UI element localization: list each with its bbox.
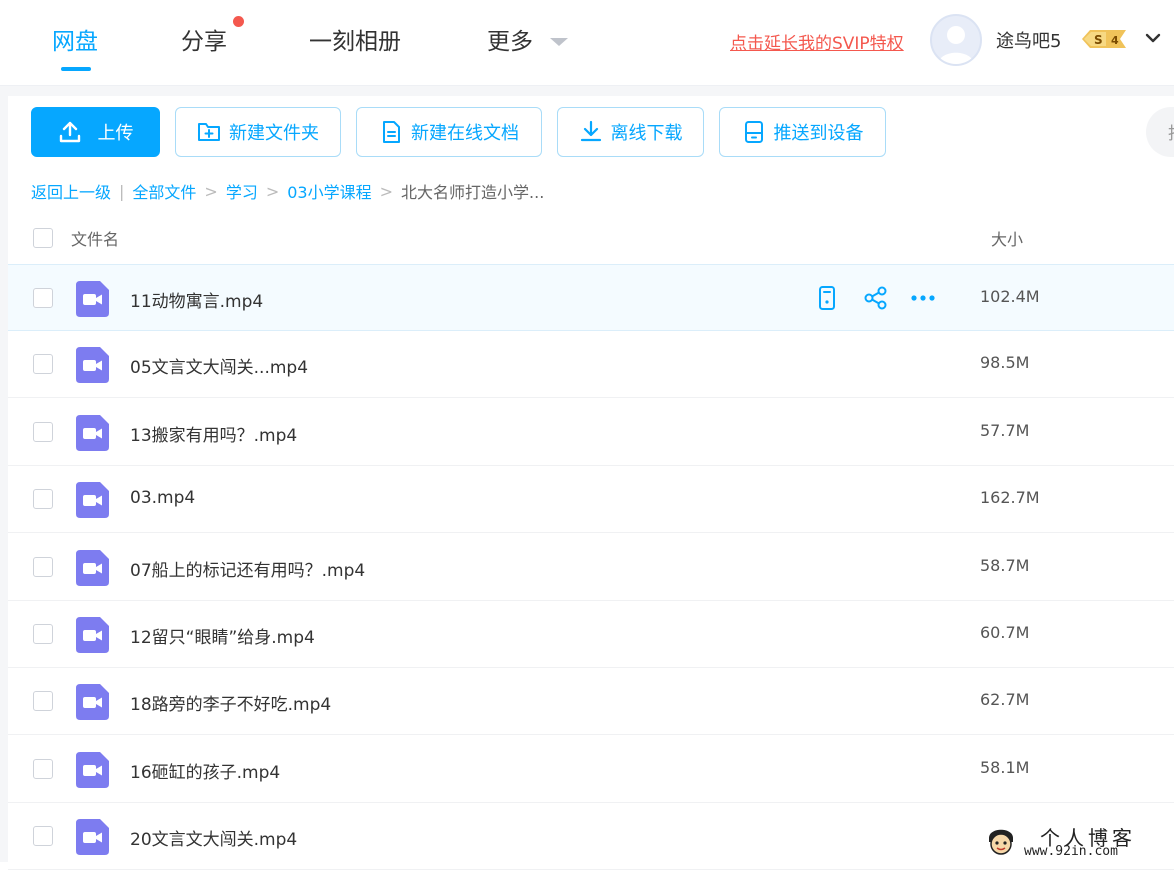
new-online-doc-button[interactable]: 新建在线文档 <box>356 107 542 157</box>
upload-button[interactable]: 上传 <box>31 107 160 157</box>
video-file-icon <box>76 482 109 519</box>
top-navigation-bar: 网盘 分享 一刻相册 更多 点击延长我的SVIP特权 途鸟吧5 S 4 <box>0 0 1174 86</box>
side-tool-button[interactable]: 拍 <box>1146 107 1174 157</box>
crumb-primary-course[interactable]: 03小学课程 <box>287 179 371 203</box>
video-file-icon <box>76 347 109 384</box>
crumb-study[interactable]: 学习 <box>226 179 258 203</box>
video-file-icon <box>76 751 109 788</box>
video-file-icon <box>76 819 109 856</box>
more-caret-icon[interactable] <box>550 38 568 46</box>
push-to-device-button[interactable]: 推送到设备 <box>719 107 886 157</box>
row-checkbox[interactable] <box>33 556 53 577</box>
svip-level-badge-icon: S 4 <box>1082 30 1126 48</box>
file-size: 58.1M <box>980 757 1030 777</box>
table-row[interactable]: 03.mp4 162.7M <box>8 466 1174 534</box>
table-row[interactable]: 16砸缸的孩子.mp4 58.1M <box>8 736 1174 803</box>
avatar[interactable] <box>930 14 982 66</box>
column-header-name[interactable]: 文件名 <box>71 226 119 250</box>
table-row[interactable]: 11动物寓言.mp4 102.4M <box>8 264 1174 331</box>
device-icon <box>744 121 763 143</box>
back-link[interactable]: 返回上一级 <box>31 179 111 203</box>
file-name[interactable]: 11动物寓言.mp4 <box>130 287 263 312</box>
share-icon[interactable] <box>863 285 889 311</box>
file-name[interactable]: 03.mp4 <box>130 488 195 508</box>
crumb-separator: > <box>265 181 280 201</box>
file-name[interactable]: 12留只“眼睛”给身.mp4 <box>130 623 315 648</box>
username[interactable]: 途鸟吧5 <box>996 27 1061 53</box>
svip-extend-link[interactable]: 点击延长我的SVIP特权 <box>730 29 904 54</box>
file-name[interactable]: 16砸缸的孩子.mp4 <box>130 758 280 783</box>
more-options-icon[interactable] <box>910 285 936 311</box>
watermark: 个人博客 www.92in.com <box>978 820 1174 862</box>
tab-share[interactable]: 分享 <box>181 22 227 56</box>
file-size: 62.7M <box>980 690 1030 710</box>
breadcrumb: 返回上一级 | 全部文件 > 学习 > 03小学课程 > 北大名师打造小学... <box>31 179 544 203</box>
svg-text:4: 4 <box>1111 34 1119 47</box>
table-row[interactable]: 07船上的标记还有用吗？.mp4 58.7M <box>8 534 1174 601</box>
video-file-icon <box>76 549 109 586</box>
file-size: 60.7M <box>980 623 1030 642</box>
file-size: 57.7M <box>980 420 1030 440</box>
row-checkbox[interactable] <box>33 691 53 712</box>
tab-more[interactable]: 更多 <box>487 22 533 56</box>
tab-netdisk[interactable]: 网盘 <box>52 22 98 56</box>
document-icon <box>383 121 400 143</box>
upload-icon <box>59 121 80 143</box>
file-name[interactable]: 07船上的标记还有用吗？.mp4 <box>130 556 365 581</box>
video-file-icon <box>76 684 109 721</box>
cartoon-face-icon <box>989 829 1013 855</box>
video-file-icon <box>76 414 109 451</box>
tab-album[interactable]: 一刻相册 <box>309 22 401 56</box>
active-tab-indicator <box>61 67 91 71</box>
row-checkbox[interactable] <box>33 288 53 308</box>
file-name[interactable]: 05文言文大闯关...mp4 <box>130 353 308 378</box>
file-size: 162.7M <box>980 488 1040 508</box>
column-header-size[interactable]: 大小 <box>991 226 1023 250</box>
new-folder-button[interactable]: 新建文件夹 <box>175 107 341 157</box>
table-row[interactable]: 12留只“眼睛”给身.mp4 60.7M <box>8 601 1174 668</box>
table-row[interactable]: 05文言文大闯关...mp4 98.5M <box>8 331 1174 399</box>
row-checkbox[interactable] <box>33 758 53 779</box>
video-file-icon <box>76 281 109 317</box>
table-row[interactable]: 13搬家有用吗？.mp4 57.7M <box>8 399 1174 466</box>
row-checkbox[interactable] <box>33 489 53 510</box>
file-name[interactable]: 18路旁的李子不好吃.mp4 <box>130 690 331 715</box>
file-size: 58.7M <box>980 555 1030 575</box>
folder-plus-icon <box>198 123 220 141</box>
download-icon <box>580 120 601 142</box>
table-header: 文件名 大小 <box>8 213 1174 263</box>
video-file-icon <box>76 617 109 653</box>
crumb-divider: | <box>119 181 125 201</box>
select-all-checkbox[interactable] <box>33 228 53 248</box>
notification-dot <box>233 16 244 27</box>
file-name[interactable]: 13搬家有用吗？.mp4 <box>130 421 297 446</box>
offline-download-button[interactable]: 离线下载 <box>557 107 704 157</box>
crumb-separator: > <box>379 181 394 201</box>
row-checkbox[interactable] <box>33 826 53 847</box>
file-size: 102.4M <box>980 287 1040 306</box>
watermark-url: www.92in.com <box>1024 844 1118 859</box>
left-gutter <box>0 96 8 862</box>
avatar-person-icon <box>938 26 974 64</box>
crumb-all-files[interactable]: 全部文件 <box>132 179 196 203</box>
row-checkbox[interactable] <box>33 624 53 644</box>
divider <box>0 86 1174 96</box>
row-checkbox[interactable] <box>33 354 53 375</box>
phone-icon[interactable] <box>814 285 840 311</box>
file-name[interactable]: 20文言文大闯关.mp4 <box>130 825 297 850</box>
file-size: 98.5M <box>980 353 1030 373</box>
svg-text:S: S <box>1094 33 1103 47</box>
crumb-current: 北大名师打造小学... <box>401 183 545 202</box>
crumb-separator: > <box>204 181 218 201</box>
table-row[interactable]: 18路旁的李子不好吃.mp4 62.7M <box>8 668 1174 736</box>
chevron-down-icon[interactable] <box>1145 30 1161 46</box>
row-checkbox[interactable] <box>33 421 53 442</box>
